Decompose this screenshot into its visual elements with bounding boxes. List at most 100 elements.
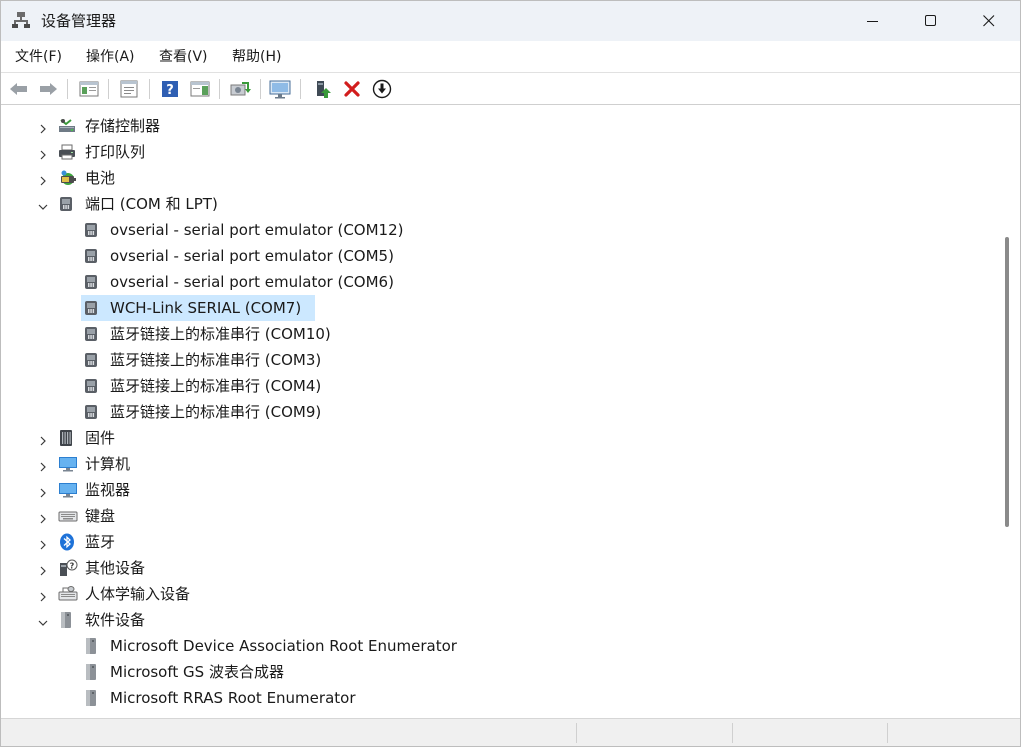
tree-category[interactable]: 计算机 [5, 451, 995, 477]
update-driver-button[interactable] [371, 78, 393, 100]
svg-text:?: ? [166, 83, 174, 98]
computer-icon [58, 455, 77, 473]
tree-category[interactable]: 软件设备 [5, 607, 995, 633]
tree-item-label: 蓝牙 [85, 533, 116, 551]
port-icon [83, 403, 101, 421]
title-bar[interactable]: 设备管理器 [1, 1, 1020, 41]
chevron-down-icon[interactable] [37, 614, 49, 626]
chevron-right-icon[interactable] [37, 588, 49, 602]
monitor-button[interactable] [269, 78, 291, 100]
tree-category[interactable]: 固件 [5, 425, 995, 451]
svg-text:?: ? [70, 562, 75, 571]
software-device-icon [83, 637, 101, 655]
tree-category[interactable]: 存储控制器 [5, 113, 995, 139]
device-tree[interactable]: 存储控制器打印队列电池端口 (COM 和 LPT) ovserial - seri… [5, 111, 1000, 715]
port-icon [83, 247, 101, 265]
chevron-right-icon[interactable] [37, 146, 49, 160]
show-hide-console-tree-icon [79, 81, 99, 97]
properties-icon [120, 80, 138, 98]
tree-device[interactable]: ovserial - serial port emulator (COM6) [5, 269, 995, 295]
vertical-scrollbar[interactable] [1001, 111, 1015, 715]
forward-arrow-icon [40, 83, 57, 95]
tree-item-label: Microsoft Device Association Root Enumer… [110, 637, 457, 655]
port-icon [83, 351, 101, 369]
tree-item-label: 端口 (COM 和 LPT) [85, 195, 218, 213]
back-arrow-icon [10, 83, 27, 95]
tree-item-label: 存储控制器 [85, 117, 161, 135]
back-button[interactable] [8, 78, 30, 100]
menu-action[interactable]: 操作(A) [86, 48, 135, 66]
storage-controller-icon [58, 117, 76, 135]
update-driver-icon [372, 79, 392, 99]
tree-device[interactable]: 蓝牙链接上的标准串行 (COM4) [5, 373, 995, 399]
bluetooth-icon [58, 533, 76, 551]
action-pane-button[interactable] [189, 78, 211, 100]
tree-category[interactable]: 打印队列 [5, 139, 995, 165]
monitor-icon [269, 80, 291, 99]
tree-item-label: 电池 [85, 169, 116, 187]
add-driver-button[interactable] [312, 78, 334, 100]
menu-file[interactable]: 文件(F) [15, 48, 62, 66]
maximize-button[interactable] [902, 1, 960, 41]
chevron-right-icon[interactable] [37, 562, 49, 576]
tree-item-label: 软件设备 [85, 611, 146, 629]
tree-category[interactable]: ? 其他设备 [5, 555, 995, 581]
tree-device[interactable]: ovserial - serial port emulator (COM5) [5, 243, 995, 269]
tree-item-label: 监视器 [85, 481, 131, 499]
tree-item-label: Microsoft RRAS Root Enumerator [110, 689, 356, 707]
add-driver-icon [317, 81, 331, 98]
tree-category[interactable]: 电池 [5, 165, 995, 191]
uninstall-device-icon [344, 81, 360, 97]
tree-category[interactable]: 端口 (COM 和 LPT) [5, 191, 995, 217]
port-icon [83, 325, 101, 343]
close-button[interactable] [960, 1, 1018, 41]
firmware-icon [58, 429, 76, 447]
uninstall-device-button[interactable] [341, 78, 363, 100]
tree-device[interactable]: 蓝牙链接上的标准串行 (COM10) [5, 321, 995, 347]
unknown-device-icon: ? [58, 559, 78, 577]
action-pane-icon [190, 81, 210, 97]
tree-item-label: 蓝牙链接上的标准串行 (COM4) [110, 377, 322, 395]
menu-help[interactable]: 帮助(H) [232, 48, 281, 66]
tree-category[interactable]: 人体学输入设备 [5, 581, 995, 607]
tree-device[interactable]: 蓝牙链接上的标准串行 (COM3) [5, 347, 995, 373]
port-icon [83, 299, 101, 317]
software-device-icon [83, 663, 101, 681]
tree-item-label: Microsoft GS 波表合成器 [110, 663, 284, 681]
chevron-down-icon[interactable] [37, 198, 49, 210]
menu-view[interactable]: 查看(V) [159, 48, 208, 66]
tree-item-label: 蓝牙链接上的标准串行 (COM10) [110, 325, 331, 343]
monitor-icon [58, 481, 77, 499]
printer-icon [58, 143, 76, 161]
forward-button[interactable] [37, 78, 59, 100]
chevron-right-icon[interactable] [37, 432, 49, 446]
chevron-right-icon[interactable] [37, 120, 49, 134]
port-icon [83, 221, 101, 239]
scrollbar-thumb[interactable] [1005, 237, 1009, 527]
tree-device[interactable]: Microsoft GS 波表合成器 [5, 659, 995, 685]
help-icon: ? [162, 81, 178, 98]
chevron-right-icon[interactable] [37, 172, 49, 186]
tree-device[interactable]: Microsoft RRAS Root Enumerator [5, 685, 995, 711]
tree-category[interactable]: 键盘 [5, 503, 995, 529]
chevron-right-icon[interactable] [37, 458, 49, 472]
help-button[interactable]: ? [159, 78, 181, 100]
tree-device[interactable]: Microsoft Device Association Root Enumer… [5, 633, 995, 659]
chevron-right-icon[interactable] [37, 536, 49, 550]
tree-item-label: 其他设备 [85, 559, 146, 577]
tree-device[interactable]: 蓝牙链接上的标准串行 (COM9) [5, 399, 995, 425]
tree-device[interactable]: WCH-Link SERIAL (COM7) [5, 295, 995, 321]
minimize-button[interactable] [844, 1, 902, 41]
chevron-right-icon[interactable] [37, 510, 49, 524]
tree-category[interactable]: 蓝牙 [5, 529, 995, 555]
chevron-right-icon[interactable] [37, 484, 49, 498]
show-hide-console-tree-button[interactable] [78, 78, 100, 100]
port-icon [83, 377, 101, 395]
tree-category[interactable]: 监视器 [5, 477, 995, 503]
scan-hardware-button[interactable] [229, 78, 251, 100]
minimize-icon [867, 21, 878, 22]
tree-device[interactable]: ovserial - serial port emulator (COM12) [5, 217, 995, 243]
tree-item-label: 打印队列 [85, 143, 146, 161]
properties-button[interactable] [118, 78, 140, 100]
device-manager-app-icon [12, 11, 30, 29]
